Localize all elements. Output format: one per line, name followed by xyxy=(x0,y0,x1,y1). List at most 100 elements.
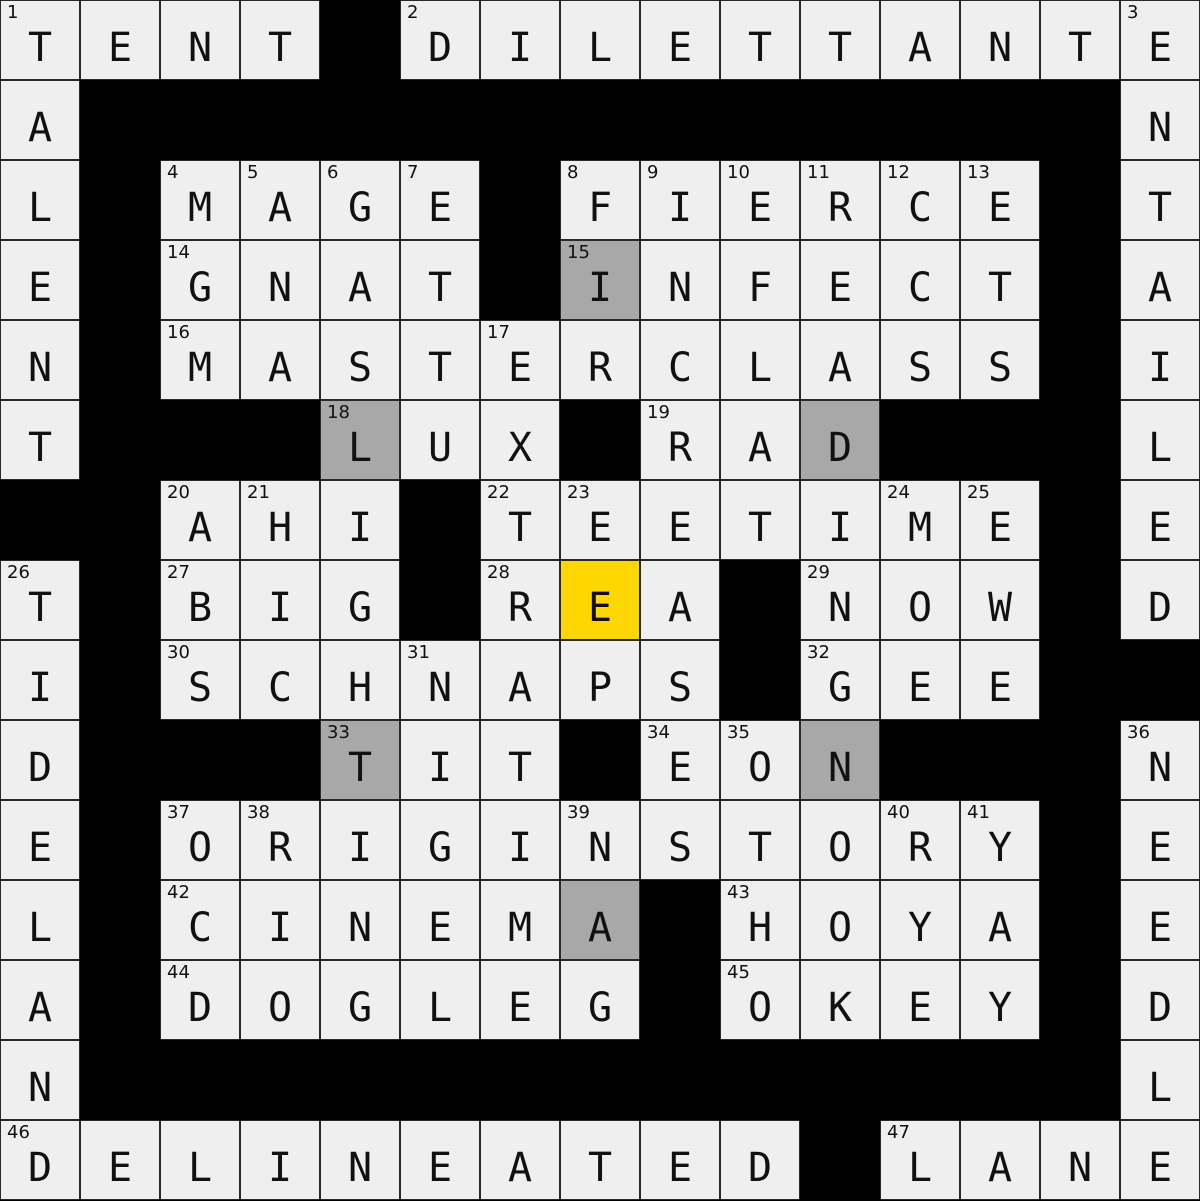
grid-cell[interactable]: H xyxy=(320,640,400,720)
grid-cell[interactable]: A xyxy=(480,640,560,720)
grid-cell[interactable]: N xyxy=(160,0,240,80)
grid-cell[interactable]: I xyxy=(240,1120,320,1200)
grid-cell[interactable]: S xyxy=(960,320,1040,400)
grid-cell[interactable]: I xyxy=(240,560,320,640)
grid-cell[interactable]: I xyxy=(800,480,880,560)
grid-cell[interactable]: 34 E xyxy=(640,720,720,800)
grid-cell[interactable]: D xyxy=(1120,560,1200,640)
grid-cell[interactable]: O xyxy=(880,560,960,640)
grid-cell[interactable]: 43 H xyxy=(720,880,800,960)
grid-cell[interactable]: F xyxy=(720,240,800,320)
grid-cell[interactable]: T xyxy=(560,1120,640,1200)
grid-cell[interactable]: Y xyxy=(880,880,960,960)
grid-cell[interactable]: N xyxy=(240,240,320,320)
grid-cell[interactable]: 29 N xyxy=(800,560,880,640)
grid-cell[interactable]: E xyxy=(1120,880,1200,960)
grid-cell[interactable]: G xyxy=(400,800,480,880)
grid-cell[interactable]: 15 I xyxy=(560,240,640,320)
grid-cell[interactable]: G xyxy=(320,960,400,1040)
grid-cell[interactable]: T xyxy=(720,0,800,80)
grid-cell[interactable]: 18 L xyxy=(320,400,400,480)
grid-cell[interactable]: I xyxy=(400,720,480,800)
grid-cell[interactable]: 35 O xyxy=(720,720,800,800)
grid-cell[interactable]: P xyxy=(560,640,640,720)
grid-cell[interactable]: 6G xyxy=(320,160,400,240)
grid-cell[interactable]: I xyxy=(320,480,400,560)
grid-cell[interactable]: E xyxy=(400,1120,480,1200)
grid-cell[interactable]: E xyxy=(1120,800,1200,880)
grid-cell[interactable]: L xyxy=(0,880,80,960)
grid-cell[interactable]: 42 C xyxy=(160,880,240,960)
grid-cell[interactable]: 37 O xyxy=(160,800,240,880)
grid-cell[interactable]: A xyxy=(320,240,400,320)
grid-cell[interactable]: L xyxy=(160,1120,240,1200)
grid-cell[interactable]: I xyxy=(320,800,400,880)
grid-cell[interactable]: 4M xyxy=(160,160,240,240)
grid-cell[interactable]: I xyxy=(1120,320,1200,400)
grid-cell[interactable]: A xyxy=(640,560,720,640)
grid-cell[interactable]: E xyxy=(480,960,560,1040)
grid-cell[interactable]: D xyxy=(0,720,80,800)
grid-cell[interactable]: T xyxy=(400,240,480,320)
grid-cell[interactable]: 39 N xyxy=(560,800,640,880)
grid-cell[interactable]: S xyxy=(320,320,400,400)
grid-cell[interactable]: 44 D xyxy=(160,960,240,1040)
grid-cell[interactable]: T xyxy=(1120,160,1200,240)
grid-cell[interactable]: E xyxy=(640,1120,720,1200)
grid-cell[interactable]: A xyxy=(880,0,960,80)
grid-cell[interactable]: A xyxy=(960,880,1040,960)
grid-cell[interactable]: 45 O xyxy=(720,960,800,1040)
grid-cell[interactable]: L xyxy=(560,0,640,80)
grid-cell[interactable]: 7E xyxy=(400,160,480,240)
grid-cell[interactable]: A xyxy=(800,320,880,400)
grid-cell[interactable]: A xyxy=(960,1120,1040,1200)
grid-cell[interactable]: A xyxy=(0,960,80,1040)
grid-cell[interactable]: 8F xyxy=(560,160,640,240)
grid-cell[interactable]: T xyxy=(0,400,80,480)
grid-cell[interactable]: L xyxy=(0,160,80,240)
grid-cell[interactable]: N xyxy=(1040,1120,1120,1200)
grid-cell[interactable]: O xyxy=(240,960,320,1040)
grid-cell[interactable]: E xyxy=(1120,480,1200,560)
grid-cell[interactable]: 11 R xyxy=(800,160,880,240)
grid-cell[interactable]: T xyxy=(240,0,320,80)
grid-cell[interactable]: A xyxy=(1120,240,1200,320)
grid-cell[interactable]: A xyxy=(0,80,80,160)
grid-cell[interactable]: 2D xyxy=(400,0,480,80)
grid-cell[interactable]: 1T xyxy=(0,0,80,80)
grid-cell[interactable]: N xyxy=(800,720,880,800)
grid-cell[interactable]: G xyxy=(560,960,640,1040)
grid-cell[interactable]: R xyxy=(560,320,640,400)
grid-cell[interactable]: E xyxy=(560,560,640,640)
grid-cell[interactable]: 24 M xyxy=(880,480,960,560)
grid-cell[interactable]: D xyxy=(1120,960,1200,1040)
grid-cell[interactable]: 12 C xyxy=(880,160,960,240)
grid-cell[interactable]: 36 N xyxy=(1120,720,1200,800)
grid-cell[interactable]: 3E xyxy=(1120,0,1200,80)
grid-cell[interactable]: 47 L xyxy=(880,1120,960,1200)
grid-cell[interactable]: E xyxy=(0,240,80,320)
grid-cell[interactable]: T xyxy=(960,240,1040,320)
grid-cell[interactable]: T xyxy=(1040,0,1120,80)
grid-cell[interactable]: D xyxy=(800,400,880,480)
grid-cell[interactable]: O xyxy=(800,880,880,960)
grid-cell[interactable]: 20 A xyxy=(160,480,240,560)
grid-cell[interactable]: C xyxy=(640,320,720,400)
grid-cell[interactable]: A xyxy=(560,880,640,960)
grid-cell[interactable]: G xyxy=(320,560,400,640)
grid-cell[interactable]: E xyxy=(880,960,960,1040)
grid-cell[interactable]: T xyxy=(800,0,880,80)
grid-cell[interactable]: 33 T xyxy=(320,720,400,800)
grid-cell[interactable]: N xyxy=(320,880,400,960)
grid-cell[interactable]: T xyxy=(720,800,800,880)
grid-cell[interactable]: N xyxy=(0,320,80,400)
grid-cell[interactable]: 10 E xyxy=(720,160,800,240)
grid-cell[interactable]: I xyxy=(0,640,80,720)
grid-cell[interactable]: N xyxy=(0,1040,80,1120)
grid-cell[interactable]: E xyxy=(800,240,880,320)
grid-cell[interactable]: C xyxy=(240,640,320,720)
grid-cell[interactable]: E xyxy=(960,640,1040,720)
grid-cell[interactable]: X xyxy=(480,400,560,480)
grid-cell[interactable]: A xyxy=(240,320,320,400)
grid-cell[interactable]: 40 R xyxy=(880,800,960,880)
